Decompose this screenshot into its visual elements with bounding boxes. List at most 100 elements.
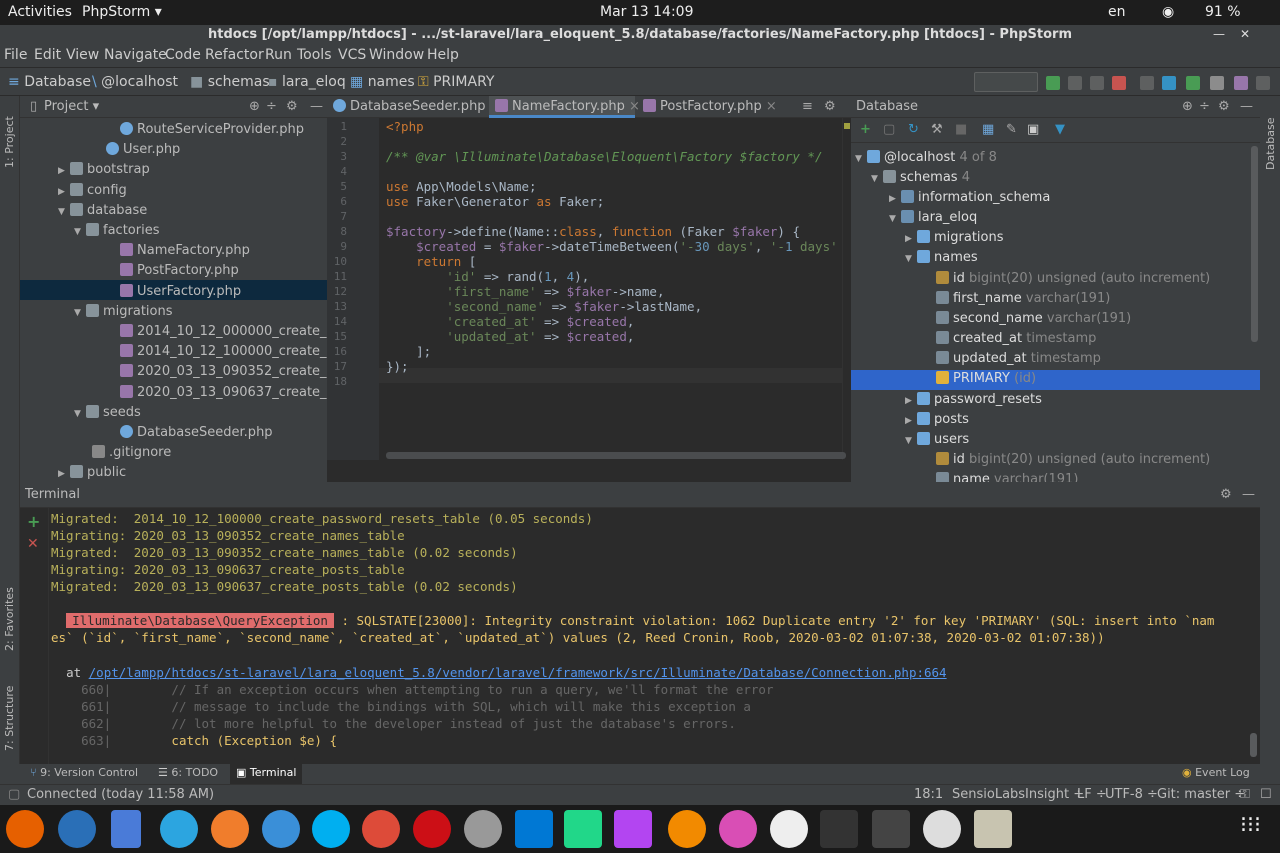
chevron-down-icon[interactable]: ▼: [871, 169, 883, 189]
line-separator[interactable]: LF ÷: [1077, 787, 1107, 802]
breadcrumb-database[interactable]: Database: [24, 74, 91, 90]
settings-icon[interactable]: [1210, 76, 1224, 90]
menu-help[interactable]: Help: [427, 47, 459, 63]
postman-icon[interactable]: [211, 810, 249, 848]
add-icon[interactable]: +: [860, 122, 871, 137]
terminal-app-icon[interactable]: [872, 810, 910, 848]
files-icon[interactable]: [111, 810, 141, 848]
project-tree-item[interactable]: ▼ seeds: [74, 403, 141, 423]
run-config-select[interactable]: [974, 72, 1038, 92]
chevron-right-icon[interactable]: ▶: [58, 161, 70, 181]
tab-databaseseeder[interactable]: DatabaseSeeder.php ×: [327, 96, 501, 118]
terminal-scrollbar[interactable]: [1250, 733, 1257, 757]
gear-icon[interactable]: ⚙: [286, 99, 298, 114]
project-tree-item[interactable]: ▼ database: [58, 201, 147, 221]
chevron-down-icon[interactable]: ▼: [58, 202, 70, 222]
breadcrumb-localhost[interactable]: @localhost: [101, 74, 178, 90]
language-indicator[interactable]: en: [1108, 4, 1126, 20]
editor-vertical-scrollbar[interactable]: [842, 118, 851, 460]
chevron-right-icon[interactable]: ▶: [58, 182, 70, 202]
db-tree-item[interactable]: ▼ schemas 4: [871, 168, 970, 188]
project-tree-item[interactable]: DatabaseSeeder.php: [120, 423, 273, 443]
project-tree-item[interactable]: NameFactory.php: [120, 241, 250, 261]
project-tree-item[interactable]: 2020_03_13_090352_create_nar: [120, 362, 327, 382]
caret-position[interactable]: 18:1: [914, 787, 943, 802]
tool-project[interactable]: 1: Project: [3, 116, 16, 168]
project-tree-item[interactable]: UserFactory.php: [120, 282, 241, 302]
hide-icon[interactable]: —: [1240, 99, 1253, 114]
table-view-icon[interactable]: ▦: [982, 122, 994, 137]
close-tab-icon[interactable]: ×: [766, 99, 777, 114]
copy-icon[interactable]: ▢: [883, 122, 895, 137]
project-tree-item[interactable]: PostFactory.php: [120, 261, 239, 281]
file-encoding[interactable]: UTF-8 ÷: [1105, 787, 1158, 802]
activities-button[interactable]: Activities: [8, 4, 72, 20]
project-tree-item[interactable]: ▼ migrations: [74, 302, 173, 322]
project-tree-item[interactable]: 2014_10_12_000000_create_use: [120, 322, 327, 342]
locate-icon[interactable]: ⊕: [249, 99, 260, 114]
chevron-down-icon[interactable]: ▼: [905, 249, 917, 269]
app-menu[interactable]: PhpStorm ▾: [82, 4, 162, 20]
vlc-icon[interactable]: [668, 810, 706, 848]
settings-app-icon[interactable]: [464, 810, 502, 848]
chevron-right-icon[interactable]: ▶: [58, 464, 70, 482]
tab-postfactory[interactable]: PostFactory.php ×: [637, 96, 777, 118]
lock-icon[interactable]: ⚿: [1240, 787, 1250, 802]
close-icon[interactable]: ✕: [1240, 27, 1250, 41]
vcs-update-icon[interactable]: [1162, 76, 1176, 90]
project-tree-item[interactable]: User.php: [106, 140, 180, 160]
db-tree-item[interactable]: updated_at timestamp: [936, 349, 1101, 369]
git-branch[interactable]: Git: master ÷: [1157, 787, 1245, 802]
tab-list-icon[interactable]: ≡: [802, 99, 813, 114]
db-tree-item[interactable]: name varchar(191): [936, 470, 1078, 482]
chrome-icon[interactable]: [362, 810, 400, 848]
properties-icon[interactable]: ⚒: [931, 122, 943, 137]
db-tree-item[interactable]: ▶ migrations: [905, 228, 1004, 248]
notifications-icon[interactable]: ☐: [1260, 787, 1272, 802]
system-monitor-icon[interactable]: [820, 810, 858, 848]
clock[interactable]: Mar 13 14:09: [600, 4, 693, 20]
error-file-link[interactable]: /opt/lampp/htdocs/st-laravel/lara_eloque…: [89, 665, 947, 680]
status-toggle-icon[interactable]: ▢: [8, 787, 20, 802]
vscode-icon[interactable]: [515, 810, 553, 848]
db-tree-item[interactable]: id bigint(20) unsigned (auto increment): [936, 269, 1210, 289]
hide-icon[interactable]: —: [310, 99, 323, 114]
project-tree-item[interactable]: 2014_10_12_100000_create_pas: [120, 342, 327, 362]
sensiolabs-insight[interactable]: SensioLabsInsight ÷: [952, 787, 1084, 802]
collapse-icon[interactable]: ÷: [266, 99, 277, 114]
tool-structure[interactable]: 7: Structure: [3, 686, 16, 751]
edit-icon[interactable]: ✎: [1006, 122, 1017, 137]
chevron-down-icon[interactable]: ▼: [855, 149, 867, 169]
console-icon[interactable]: ▣: [1027, 122, 1039, 137]
skype-icon[interactable]: [312, 810, 350, 848]
stop-icon[interactable]: ■: [955, 122, 967, 137]
search-everywhere-icon[interactable]: [1256, 76, 1270, 90]
breadcrumb-primary[interactable]: PRIMARY: [433, 74, 494, 90]
debug-icon[interactable]: [1068, 76, 1082, 90]
project-tree-item[interactable]: ▼ factories: [74, 221, 159, 241]
run-icon[interactable]: [1046, 76, 1060, 90]
firefox-icon[interactable]: [6, 810, 44, 848]
minimize-icon[interactable]: —: [1213, 27, 1225, 41]
menu-tools[interactable]: Tools: [297, 47, 332, 63]
db-tree-item[interactable]: id bigint(20) unsigned (auto increment): [936, 450, 1210, 470]
refresh-icon[interactable]: ↻: [908, 122, 919, 137]
menu-vcs[interactable]: VCS: [338, 47, 366, 63]
db-tree-item[interactable]: PRIMARY (id): [936, 369, 1036, 389]
project-tree-item[interactable]: RouteServiceProvider.php: [120, 120, 304, 140]
undo-icon[interactable]: [1234, 76, 1248, 90]
project-tree-item[interactable]: .gitignore: [92, 443, 171, 463]
project-tree-item[interactable]: 2020_03_13_090637_create_pos: [120, 383, 327, 403]
db-tree-item[interactable]: ▶ posts: [905, 410, 969, 430]
chevron-right-icon[interactable]: ▶: [905, 391, 917, 411]
menu-refactor[interactable]: Refactor: [205, 47, 264, 63]
gear-icon[interactable]: ⚙: [1218, 99, 1230, 114]
thunderbird-icon[interactable]: [58, 810, 96, 848]
db-tree-item[interactable]: ▼ names: [905, 248, 978, 268]
breadcrumb-schemas[interactable]: schemas: [208, 74, 270, 90]
chevron-down-icon[interactable]: ▼: [74, 404, 86, 424]
db-tree-item[interactable]: ▶ password_resets: [905, 390, 1042, 410]
battery-level[interactable]: 91 %: [1205, 4, 1241, 20]
simplenote-icon[interactable]: [262, 810, 300, 848]
chevron-down-icon[interactable]: ▼: [74, 303, 86, 323]
